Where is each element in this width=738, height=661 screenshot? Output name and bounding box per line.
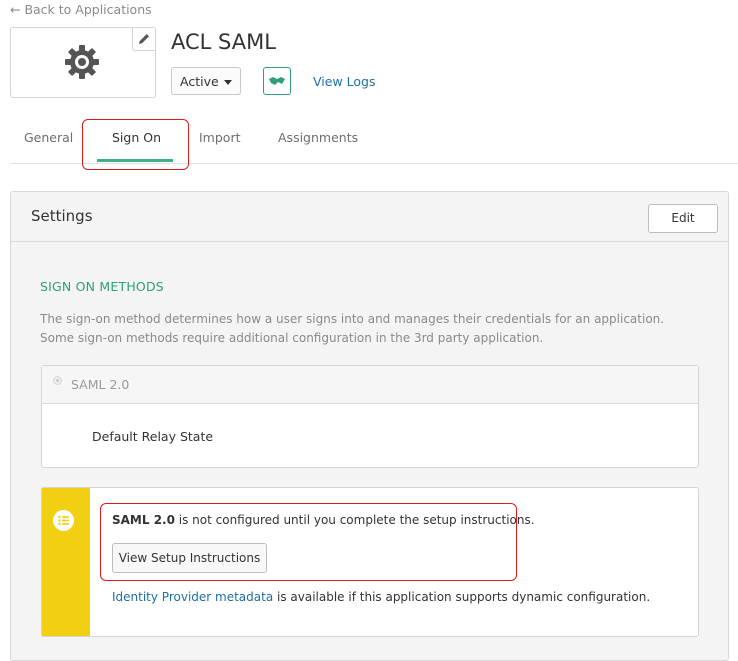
highlight-box-tab (82, 119, 189, 170)
metadata-line: Identity Provider metadata is available … (112, 590, 650, 604)
handshake-icon (269, 77, 285, 85)
sign-on-methods-description: The sign-on method determines how a user… (40, 312, 665, 345)
back-to-applications-link[interactable]: ← Back to Applications (10, 2, 152, 17)
tab-import[interactable]: Import (199, 130, 241, 145)
handshake-button[interactable] (263, 67, 291, 95)
settings-title: Settings (31, 207, 93, 225)
app-logo (10, 27, 156, 98)
edit-button[interactable]: Edit (648, 204, 718, 233)
page-title: ACL SAML (171, 30, 276, 54)
tab-assignments[interactable]: Assignments (278, 130, 358, 145)
chevron-down-icon (224, 80, 232, 85)
status-dropdown[interactable]: Active (171, 67, 241, 95)
status-value: Active (180, 74, 219, 89)
tab-general[interactable]: General (24, 130, 73, 145)
saml-radio[interactable] (53, 376, 62, 385)
identity-provider-metadata-link[interactable]: Identity Provider metadata (112, 590, 273, 604)
metadata-rest: is available if this application support… (273, 590, 651, 604)
saml-method-label: SAML 2.0 (71, 377, 130, 392)
sign-on-methods-heading: SIGN ON METHODS (40, 279, 164, 294)
view-logs-link[interactable]: View Logs (313, 74, 375, 89)
saml-method-header (42, 366, 698, 404)
notice-icon-badge (53, 510, 74, 531)
edit-logo-button[interactable] (132, 28, 155, 51)
list-icon (58, 515, 69, 526)
gear-icon (65, 45, 99, 79)
settings-header (11, 192, 728, 242)
pencil-icon (139, 34, 149, 44)
default-relay-state-label: Default Relay State (92, 429, 214, 444)
highlight-box-notice (100, 503, 517, 581)
